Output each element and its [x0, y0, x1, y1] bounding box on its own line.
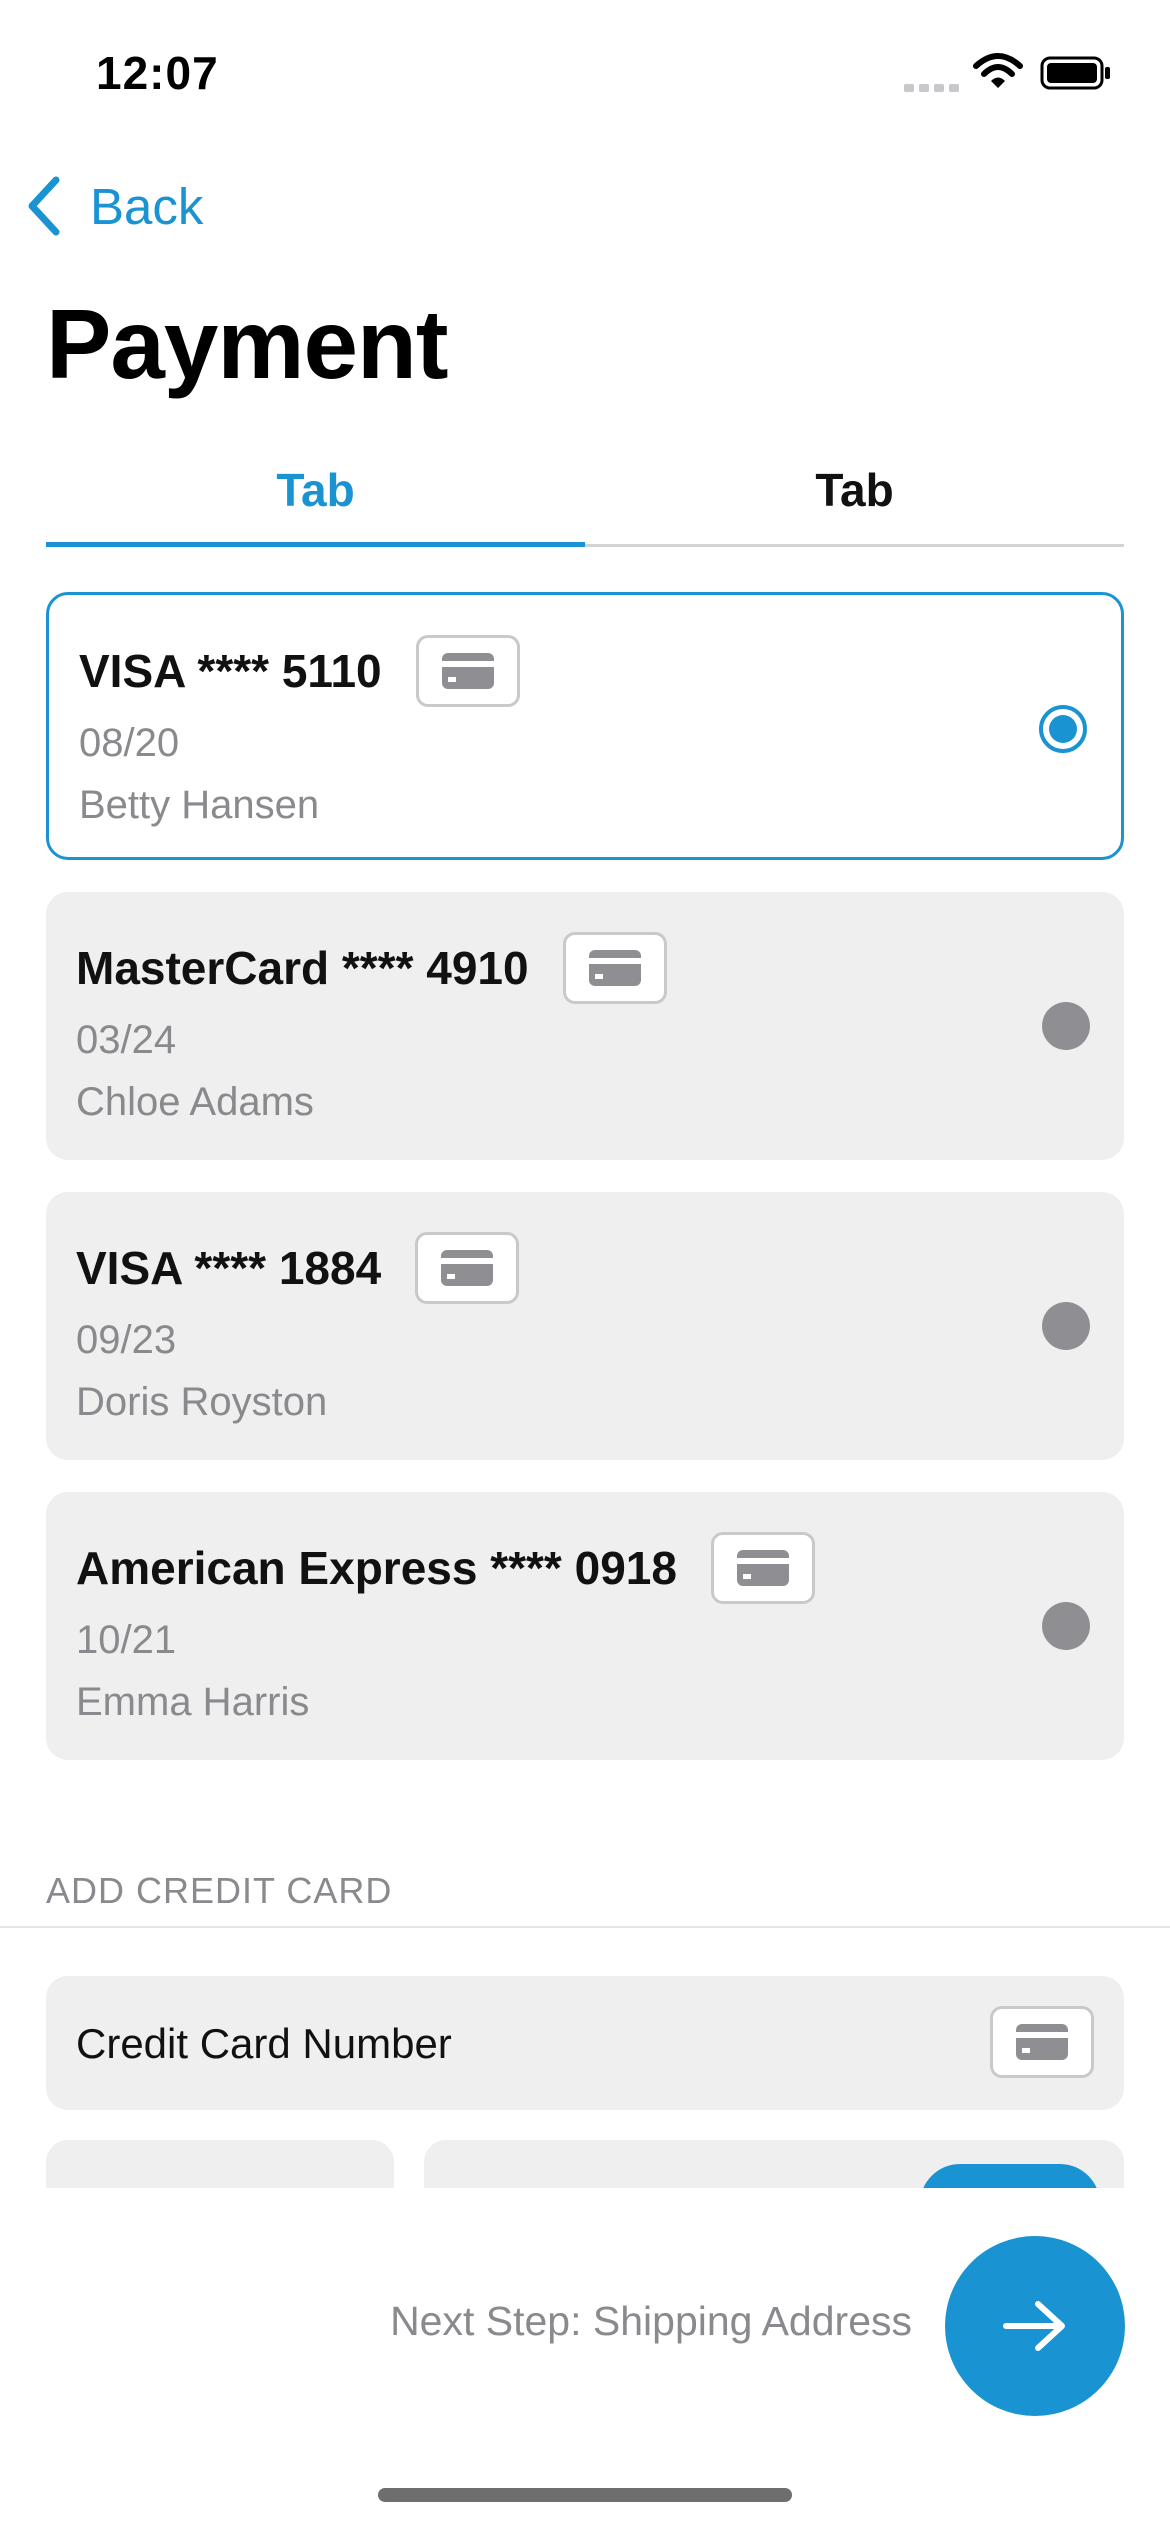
- tab-underline-active: [46, 542, 585, 547]
- saved-card-item[interactable]: VISA **** 1884 09/23 Doris Royston: [46, 1192, 1124, 1460]
- credit-card-icon: [710, 1532, 815, 1604]
- credit-card-number-placeholder: Credit Card Number: [76, 2020, 452, 2067]
- saved-card-item[interactable]: VISA **** 5110 08/20 Betty Hansen: [46, 592, 1124, 860]
- next-step-button[interactable]: [945, 2236, 1125, 2416]
- credit-card-icon: [415, 1232, 520, 1304]
- arrow-right-icon: [1003, 2301, 1065, 2351]
- card-holder: Doris Royston: [76, 1380, 328, 1424]
- credit-card-number-field[interactable]: Credit Card Number: [46, 1976, 1124, 2110]
- footer: Next Step: Shipping Address: [0, 2188, 1170, 2532]
- card-expiry: 09/23: [76, 1318, 177, 1362]
- tab-bar: Tab Tab: [46, 440, 1124, 548]
- tab-2[interactable]: Tab: [585, 440, 1124, 540]
- credit-card-icon: [562, 932, 667, 1004]
- saved-card-item[interactable]: American Express **** 0918 10/21 Emma Ha…: [46, 1492, 1124, 1760]
- credit-card-icon: [415, 635, 520, 707]
- page-title: Payment: [46, 289, 449, 399]
- card-expiry: 08/20: [79, 721, 180, 765]
- radio-unselected[interactable]: [1042, 1002, 1090, 1050]
- card-title: VISA **** 1884: [76, 1242, 382, 1294]
- card-holder: Chloe Adams: [76, 1080, 314, 1124]
- credit-card-icon: [990, 2006, 1094, 2078]
- card-expiry: 03/24: [76, 1018, 177, 1062]
- field-action-button[interactable]: [920, 2164, 1100, 2188]
- status-bar: 12:07: [0, 0, 1170, 150]
- card-holder: Emma Harris: [76, 1680, 310, 1724]
- partial-fields-row: [0, 2140, 1170, 2188]
- radio-unselected[interactable]: [1042, 1302, 1090, 1350]
- expiry-field[interactable]: [46, 2140, 394, 2188]
- radio-unselected[interactable]: [1042, 1602, 1090, 1650]
- signal-icon: [904, 84, 959, 92]
- card-holder: Betty Hansen: [79, 783, 320, 827]
- home-indicator: [378, 2488, 792, 2502]
- status-time: 12:07: [96, 47, 219, 99]
- card-title: MasterCard **** 4910: [76, 942, 529, 994]
- tab-1[interactable]: Tab: [46, 440, 585, 540]
- section-divider: [0, 1926, 1170, 1928]
- card-title: VISA **** 5110: [79, 645, 382, 697]
- back-chevron-icon: [28, 176, 60, 236]
- battery-icon: [1040, 56, 1110, 90]
- section-header-add-card: ADD CREDIT CARD: [46, 1870, 393, 1911]
- radio-selected[interactable]: [1039, 705, 1087, 753]
- card-title: American Express **** 0918: [76, 1542, 677, 1594]
- back-button[interactable]: Back: [24, 170, 203, 242]
- card-expiry: 10/21: [76, 1618, 177, 1662]
- saved-card-item[interactable]: MasterCard **** 4910 03/24 Chloe Adams: [46, 892, 1124, 1160]
- wifi-icon: [973, 53, 1023, 88]
- back-label: Back: [90, 177, 204, 235]
- next-step-label: Next Step: Shipping Address: [390, 2298, 912, 2344]
